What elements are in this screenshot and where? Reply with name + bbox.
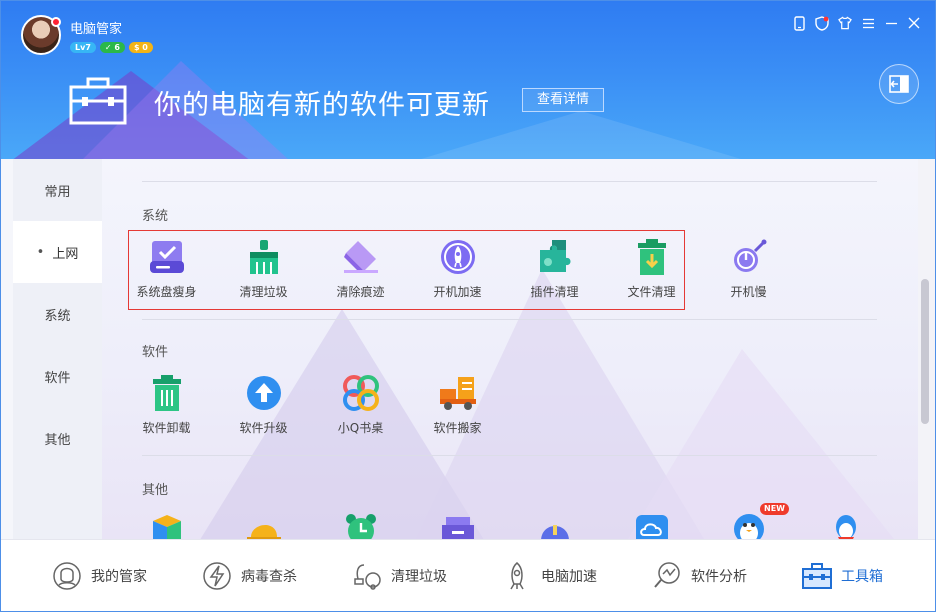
selection-highlight	[128, 230, 685, 310]
tool-label: 软件卸载	[142, 421, 191, 435]
header-banner: 电脑管家 Lv7 ✓ 6 $ 0 你的电脑有新的软件可更新 查看详情	[1, 1, 935, 159]
penguin-icon	[733, 514, 764, 539]
lightning-icon	[203, 561, 231, 590]
shield-icon[interactable]	[815, 15, 829, 31]
content-scrollbar[interactable]	[918, 159, 935, 539]
hat-icon	[246, 524, 281, 539]
nav-pc-speedup[interactable]: 电脑加速	[451, 560, 601, 592]
software-tools-grid: 软件卸载 软件升级 小Q书桌 软件搬家	[118, 367, 506, 445]
vip-badge[interactable]: ✓ 6	[99, 42, 125, 53]
divider	[142, 455, 877, 456]
box-icon	[152, 515, 181, 539]
notification-dot	[51, 17, 61, 27]
new-badge: NEW	[760, 503, 789, 515]
divider	[142, 319, 877, 320]
divider	[142, 181, 877, 182]
menu-icon[interactable]	[861, 15, 875, 31]
nav-toolbox[interactable]: 工具箱	[751, 560, 901, 592]
sidebar-item-software[interactable]: 软件	[13, 345, 102, 407]
rocket-icon	[510, 561, 524, 589]
alarm-clock-icon	[345, 514, 376, 539]
nav-label: 病毒查杀	[241, 568, 297, 585]
butler-icon	[53, 561, 81, 590]
tool-label: 软件升级	[239, 421, 288, 435]
tool-upgrade[interactable]: 软件升级	[215, 367, 312, 445]
tool-slow-boot[interactable]: 开机慢	[700, 231, 797, 309]
tool-software-move[interactable]: 软件搬家	[409, 367, 506, 445]
clover-icon	[342, 375, 379, 411]
tool-q-desk[interactable]: 小Q书桌	[312, 367, 409, 445]
nav-label: 清理垃圾	[391, 568, 447, 585]
sidebar-item-other[interactable]: 其他	[13, 407, 102, 469]
tool-label: 软件搬家	[433, 421, 482, 435]
section-title-software: 软件	[142, 345, 169, 360]
close-icon[interactable]	[907, 15, 921, 31]
exit-icon	[889, 75, 909, 93]
shirt-icon[interactable]	[838, 15, 852, 31]
section-title-system: 系统	[142, 209, 169, 224]
nav-software-analysis[interactable]: 软件分析	[601, 560, 751, 592]
phone-icon[interactable]	[792, 15, 806, 31]
nav-label: 电脑加速	[541, 568, 597, 585]
dome-icon	[540, 525, 569, 539]
app-window: 电脑管家 Lv7 ✓ 6 $ 0 你的电脑有新的软件可更新 查看详情 常用 • …	[0, 0, 936, 612]
toolbox-icon	[802, 562, 832, 589]
tool-qq[interactable]	[797, 503, 894, 539]
tools-content: 系统 系统盘瘦身 清理垃圾 清除痕迹 开机加速 插件清理 文件清理 开机慢 软件…	[102, 159, 918, 539]
toolbox-icon	[69, 77, 127, 125]
tool-dome[interactable]	[506, 503, 603, 539]
view-details-button[interactable]: 查看详情	[522, 88, 604, 112]
trash-icon	[152, 375, 181, 411]
vacuum-icon	[354, 563, 381, 590]
coin-badge[interactable]: $ 0	[128, 42, 153, 53]
tool-printer[interactable]	[409, 503, 506, 539]
tool-cloud[interactable]	[603, 503, 700, 539]
banner-text: 你的电脑有新的软件可更新	[154, 90, 490, 121]
sidebar-item-system[interactable]: 系统	[13, 283, 102, 345]
nav-clean-junk[interactable]: 清理垃圾	[301, 560, 451, 592]
nav-label: 软件分析	[691, 568, 747, 585]
exit-toolbox-button[interactable]	[879, 64, 919, 104]
truck-icon	[439, 377, 476, 410]
bottom-nav: 我的管家 病毒查杀 清理垃圾 电脑加速 软件分析 工具箱	[1, 539, 935, 611]
scrollbar-thumb[interactable]	[921, 279, 929, 424]
cloud-icon	[635, 515, 668, 539]
nav-my-butler[interactable]: 我的管家	[1, 560, 151, 592]
nav-label: 工具箱	[841, 568, 883, 585]
window-controls	[792, 15, 921, 31]
other-tools-grid: NEW	[118, 503, 894, 539]
analysis-icon	[654, 561, 680, 588]
tool-alarm[interactable]	[312, 503, 409, 539]
sidebar-item-common[interactable]: 常用	[13, 159, 102, 221]
nav-virus-scan[interactable]: 病毒查杀	[151, 560, 301, 592]
tool-uninstall[interactable]: 软件卸载	[118, 367, 215, 445]
sidebar-item-internet[interactable]: 上网	[13, 221, 102, 283]
power-search-icon	[733, 239, 766, 272]
level-badge[interactable]: Lv7	[70, 42, 96, 53]
qq-penguin-icon	[835, 515, 856, 539]
tool-hat[interactable]	[215, 503, 312, 539]
minimize-icon[interactable]	[884, 15, 898, 31]
tool-label: 小Q书桌	[337, 421, 384, 435]
nav-label: 我的管家	[91, 568, 147, 585]
app-title: 电脑管家	[70, 22, 123, 37]
tool-box[interactable]	[118, 503, 215, 539]
user-badges: Lv7 ✓ 6 $ 0	[70, 42, 153, 53]
printer-icon	[441, 517, 474, 539]
tool-penguin-new[interactable]: NEW	[700, 503, 797, 539]
category-sidebar: 常用 上网 系统 软件 其他	[13, 159, 102, 539]
upgrade-icon	[246, 376, 281, 410]
section-title-other: 其他	[142, 483, 169, 498]
tool-label: 开机慢	[730, 285, 767, 299]
